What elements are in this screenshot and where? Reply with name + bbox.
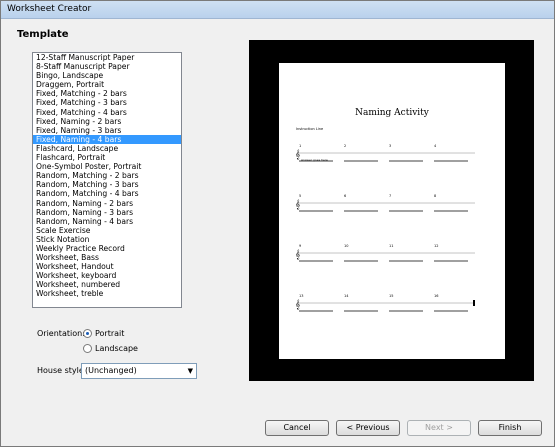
preview-bar-number: 12 [434,244,438,248]
template-list-item[interactable]: Flashcard, Portrait [33,153,181,162]
template-list[interactable]: 12-Staff Manuscript Paper 8-Staff Manuscr… [32,52,182,308]
landscape-radio[interactable] [83,344,92,353]
preview-bar-number: 7 [389,194,391,198]
preview-pane: Naming Activity Instruction Line 𝄞 1 2 3 4 𝄞 5… [249,40,534,381]
preview-bar-number: 10 [344,244,348,248]
preview-bar-number: 5 [299,194,301,198]
portrait-radio[interactable] [83,329,92,338]
finish-button[interactable]: Finish [478,420,542,436]
template-list-item[interactable]: Fixed, Naming - 2 bars [33,117,181,126]
house-style-select[interactable]: (Unchanged) ▼ [81,363,197,379]
preview-bar-number: 16 [434,294,438,298]
preview-bar-number: 11 [389,244,393,248]
worksheet-creator-window: Worksheet Creator Template 12-Staff Manu… [0,0,555,447]
landscape-label[interactable]: Landscape [95,344,138,353]
template-list-item[interactable]: Fixed, Matching - 4 bars [33,108,181,117]
template-list-item[interactable]: Fixed, Matching - 2 bars [33,89,181,98]
preview-bar-number: 6 [344,194,346,198]
preview-clef: 𝄞 [295,299,300,310]
window-title: Worksheet Creator [7,4,92,14]
preview-bar-number: 14 [344,294,349,298]
template-list-item[interactable]: One-Symbol Poster, Portrait [33,162,181,171]
preview-bar-number: 13 [299,294,303,298]
template-list-item[interactable]: Worksheet, Bass [33,253,181,262]
template-list-item[interactable]: Scale Exercise [33,226,181,235]
template-list-item[interactable]: Draggem, Portrait [33,80,181,89]
house-style-label: House style: [37,366,87,375]
preview-bar-number: 15 [389,294,393,298]
template-heading: Template [17,29,69,40]
next-button[interactable]: Next > [407,420,471,436]
title-bar: Worksheet Creator [1,1,554,19]
portrait-label[interactable]: Portrait [95,329,124,338]
preview-clef: 𝄞 [295,149,300,160]
dropdown-arrow-icon: ▼ [187,367,193,375]
template-list-item[interactable]: 12-Staff Manuscript Paper [33,53,181,62]
template-list-item[interactable]: Random, Naming - 4 bars [33,217,181,226]
preview-bar-number: 1 [299,144,301,148]
template-list-item[interactable]: Random, Matching - 2 bars [33,171,181,180]
template-list-item[interactable]: Worksheet, treble [33,289,181,298]
template-list-item[interactable]: Fixed, Naming - 4 bars [33,134,181,144]
preview-bar-number: 8 [434,194,436,198]
preview-staves: 𝄞1 2 3 4𝄞5 6 7 8𝄞9 10 11 12𝄞13 14 15 16Answer goes h… [295,144,475,312]
preview-answer-hint: Answer goes here [301,158,328,162]
template-list-item[interactable]: Random, Matching - 4 bars [33,189,181,198]
preview-bar-number: 4 [434,144,437,148]
preview-final-barline [473,300,475,306]
template-list-item[interactable]: Bingo, Landscape [33,71,181,80]
template-list-item[interactable]: Random, Naming - 2 bars [33,199,181,208]
template-list-item[interactable]: 8-Staff Manuscript Paper [33,62,181,71]
previous-button[interactable]: < Previous [336,420,400,436]
template-list-item[interactable]: Worksheet, keyboard [33,271,181,280]
template-list-item[interactable]: Worksheet, numbered [33,280,181,289]
orientation-label: Orientation: [37,329,85,338]
template-list-item[interactable]: Fixed, Matching - 3 bars [33,98,181,107]
template-list-item[interactable]: Flashcard, Landscape [33,144,181,153]
preview-bar-number: 3 [389,144,391,148]
template-list-item[interactable]: Weekly Practice Record [33,244,181,253]
template-list-item[interactable]: Worksheet, Handout [33,262,181,271]
cancel-button[interactable]: Cancel [265,420,329,436]
house-style-value: (Unchanged) [85,366,137,375]
template-list-item[interactable]: Fixed, Naming - 3 bars [33,126,181,135]
preview-bar-number: 9 [299,244,301,248]
template-list-item[interactable]: Stick Notation [33,235,181,244]
preview-clef: 𝄞 [295,199,300,210]
preview-clef: 𝄞 [295,249,300,260]
preview-bar-number: 2 [344,144,346,148]
worksheet-preview-page: Naming Activity Instruction Line 𝄞 1 2 3 4 𝄞 5… [279,63,505,359]
template-list-item[interactable]: Random, Matching - 3 bars [33,180,181,189]
template-list-item[interactable]: Random, Naming - 3 bars [33,208,181,217]
